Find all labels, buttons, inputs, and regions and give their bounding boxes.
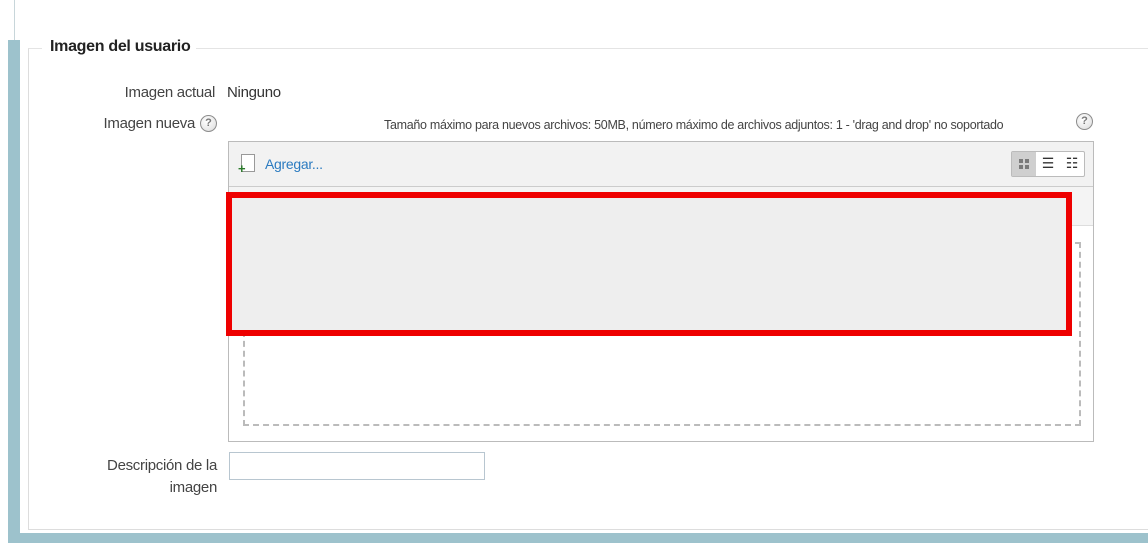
left-frame [0, 0, 20, 543]
highlight-box [226, 192, 1072, 336]
grid-view-button[interactable] [1012, 152, 1036, 176]
view-mode-switch: ☰ ☷ [1011, 151, 1085, 177]
tree-view-button[interactable]: ☷ [1060, 152, 1084, 176]
frame-stripe [8, 40, 20, 543]
tree-view-icon: ☷ [1065, 155, 1079, 171]
file-manager-toolbar: + Agregar... ☰ ☷ [229, 142, 1093, 187]
image-description-input[interactable] [229, 452, 485, 480]
add-file-link[interactable]: Agregar... [265, 156, 323, 172]
new-image-label: Imagen nueva [103, 115, 196, 132]
fieldset-legend[interactable]: Imagen del usuario [42, 38, 197, 56]
list-view-button[interactable]: ☰ [1036, 152, 1060, 176]
current-image-value: Ninguno [227, 84, 281, 101]
image-description-label: Descripción de la imagen [60, 455, 217, 499]
max-size-info: Tamaño máximo para nuevos archivos: 50MB… [384, 118, 1004, 132]
current-image-label: Imagen actual [124, 84, 216, 101]
help-icon[interactable]: ? [200, 115, 217, 132]
image-description-label-line1: Descripción de la [107, 457, 217, 474]
frame-top-line [14, 0, 15, 40]
bottom-frame [8, 533, 1148, 543]
list-view-icon: ☰ [1041, 155, 1055, 171]
help-icon[interactable]: ? [1076, 113, 1093, 130]
grid-view-icon [1019, 159, 1029, 169]
image-description-label-line2: imagen [169, 479, 218, 496]
add-file-icon[interactable]: + [238, 154, 255, 175]
